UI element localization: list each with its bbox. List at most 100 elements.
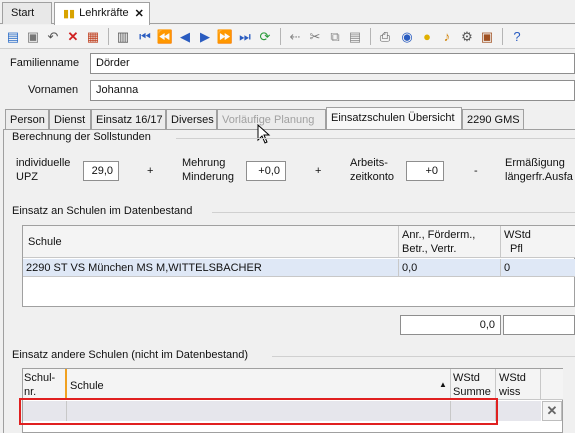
column-header-schulnr[interactable]: Schul- nr.	[24, 371, 55, 399]
save-icon[interactable]: ▣	[24, 27, 42, 45]
undo-icon[interactable]: ↶	[44, 27, 62, 45]
paste-icon[interactable]: ▤	[346, 27, 364, 45]
toolbar-separator	[502, 28, 503, 45]
column-header-schulnr-line1: Schul-	[24, 372, 56, 384]
upz-field[interactable]: 29,0	[83, 161, 119, 181]
mehrung-label-line1: Mehrung	[182, 157, 226, 169]
list-icon[interactable]: ▥	[114, 27, 132, 45]
delete-icon[interactable]: ✕	[64, 27, 82, 45]
new-icon[interactable]: ▤	[4, 27, 22, 45]
arbeitszeitkonto-label: Arbeits- zeitkonto	[350, 156, 394, 184]
mehrung-field[interactable]: +0,0	[246, 161, 286, 181]
arbeitszeitkonto-label-line1: Arbeits-	[350, 157, 388, 169]
column-header-wstd-wiss[interactable]: WStd wiss	[499, 371, 526, 399]
column-resize-marker	[65, 369, 67, 400]
sollstunden-group-title: Berechnung der Sollstunden	[12, 131, 151, 143]
vornamen-field[interactable]: Johanna	[90, 80, 575, 101]
arbeitszeitkonto-label-line2: zeitkonto	[350, 171, 395, 183]
group-divider	[212, 212, 575, 213]
column-divider	[540, 369, 541, 400]
column-header-wstd-summe[interactable]: WStd Summe	[453, 371, 491, 399]
ermaessigung-label: Ermäßigung längerfr.Ausfa	[505, 156, 575, 184]
column-header-schulnr-line2: nr.	[24, 386, 37, 398]
tools-icon[interactable]: ⚙	[458, 27, 476, 45]
tab-start[interactable]: Start	[2, 2, 52, 24]
mouse-cursor-icon	[257, 124, 271, 144]
tab-einsatzschulen-uebersicht[interactable]: Einsatzschulen Übersicht	[326, 107, 462, 130]
bell-icon[interactable]: ♪	[438, 27, 456, 45]
tab-2290-gms[interactable]: 2290 GMS	[462, 109, 524, 129]
column-header-wstd-wiss-line1: WStd	[499, 372, 526, 384]
delete-row-button[interactable]: ✕	[542, 401, 562, 421]
row-wstd-cell[interactable]: 0	[504, 262, 510, 274]
previous-icon[interactable]: ◀	[176, 27, 194, 45]
column-header-wstd-summe-line1: WStd	[453, 372, 480, 384]
next-icon[interactable]: ▶	[196, 27, 214, 45]
tab-vorlaeufige-planung: Vorläufige Planung	[217, 109, 326, 129]
column-header-wstd-summe-line2: Summe	[453, 386, 491, 398]
column-header-anr-line2: Betr., Vertr.	[402, 243, 457, 255]
einsatz-andere-group-title: Einsatz andere Schulen (nicht im Datenbe…	[12, 349, 249, 361]
vornamen-label: Vornamen	[28, 84, 79, 96]
column-divider	[450, 369, 451, 400]
print-icon[interactable]: ⎙	[376, 27, 394, 45]
einsatz-db-grid-header	[23, 226, 575, 258]
column-header-wstd-line2: Pfl	[510, 243, 523, 255]
cut-icon[interactable]: ✂	[306, 27, 324, 45]
toolbar-separator	[370, 28, 371, 45]
close-icon[interactable]: ✕	[135, 7, 144, 20]
minus-sign: -	[474, 165, 478, 177]
familienname-field[interactable]: Dörder	[90, 53, 575, 74]
previous-page-icon[interactable]: ⏪	[156, 27, 174, 45]
preview-icon[interactable]: ◉	[398, 27, 416, 45]
teachers-icon: ▮▮	[63, 8, 76, 20]
last-record-icon[interactable]: ⏭	[236, 27, 254, 45]
upz-label-line2: UPZ	[16, 171, 38, 183]
toolbar-separator	[280, 28, 281, 45]
tab-diverses[interactable]: Diverses	[166, 109, 217, 129]
row-schule-cell[interactable]: 2290 ST VS München MS M,WITTELSBACHER	[26, 262, 262, 274]
column-divider	[398, 226, 399, 258]
row-anr-cell[interactable]: 0,0	[402, 262, 417, 274]
column-header-schule[interactable]: Schule	[28, 236, 62, 248]
sum-wstd-field	[503, 315, 575, 335]
upz-label: individuelle UPZ	[16, 156, 70, 184]
group-divider	[272, 356, 575, 357]
tab-lehrkraefte[interactable]: ▮▮ Lehrkräfte ✕	[54, 2, 150, 25]
plus-sign: +	[315, 165, 322, 177]
tab-dienst[interactable]: Dienst	[49, 109, 91, 129]
copy-icon[interactable]: ⧉	[326, 27, 344, 45]
first-record-icon[interactable]: ⏮	[136, 27, 154, 45]
column-header-wstd-wiss-line2: wiss	[499, 386, 521, 398]
column-divider	[500, 226, 501, 258]
column-header-anr[interactable]: Anr., Förderm., Betr., Vertr.	[402, 228, 475, 256]
einsatz-db-group-title: Einsatz an Schulen im Datenbestand	[12, 205, 193, 217]
mehrung-label-line2: Minderung	[182, 171, 234, 183]
lightbulb-icon[interactable]: ●	[418, 27, 436, 45]
refresh-icon[interactable]: ⟳	[256, 27, 274, 45]
tab-lehrkraefte-label: Lehrkräfte	[79, 7, 129, 19]
ermaessigung-label-line1: Ermäßigung	[505, 157, 565, 169]
form-icon[interactable]: ▦	[84, 27, 102, 45]
tab-start-label: Start	[11, 7, 35, 19]
column-divider	[500, 259, 501, 277]
mehrung-label: Mehrung Minderung	[182, 156, 234, 184]
highlight-box	[19, 398, 498, 425]
tab-person[interactable]: Person	[5, 109, 49, 129]
tab-einsatz[interactable]: Einsatz 16/17	[91, 109, 166, 129]
column-header-schule[interactable]: Schule	[70, 380, 104, 392]
group-divider	[176, 138, 575, 139]
sum-anr-field: 0,0	[400, 315, 501, 335]
next-page-icon[interactable]: ⏩	[216, 27, 234, 45]
column-divider	[398, 259, 399, 277]
column-header-wstd[interactable]: WStd Pfl	[504, 228, 531, 256]
column-header-wstd-line1: WStd	[504, 229, 531, 241]
help-icon[interactable]: ?	[508, 27, 526, 45]
contact-card-icon[interactable]: ▣	[478, 27, 496, 45]
arbeitszeitkonto-field[interactable]: +0	[406, 161, 444, 181]
toolbar-separator	[108, 28, 109, 45]
column-header-anr-line1: Anr., Förderm.,	[402, 229, 476, 241]
arrow-left-icon[interactable]: ⇠	[286, 27, 304, 45]
sort-ascending-icon[interactable]: ▲	[439, 380, 447, 389]
ermaessigung-label-line2: längerfr.Ausfa	[505, 171, 573, 183]
